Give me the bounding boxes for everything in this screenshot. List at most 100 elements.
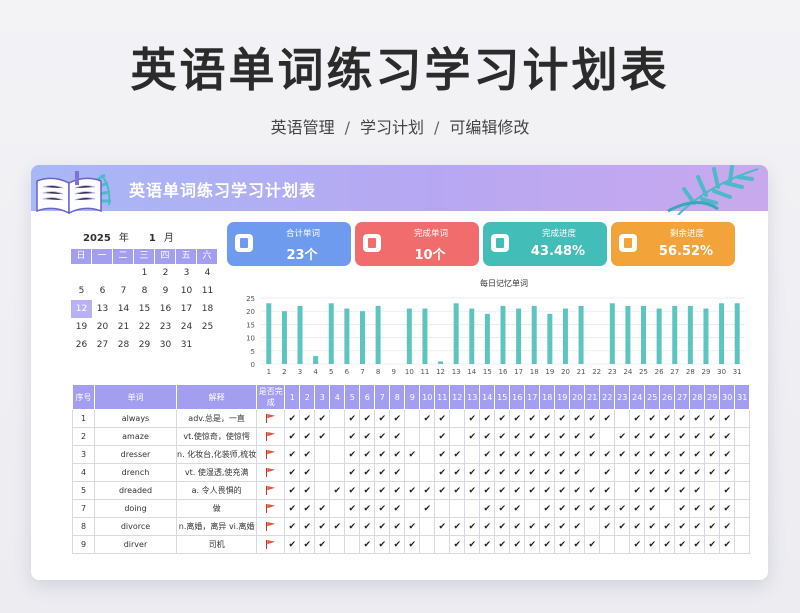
cell-day-check[interactable]: ✔ — [644, 409, 661, 428]
calendar-day[interactable]: 7 — [113, 282, 134, 300]
cell-day-check[interactable]: ✔ — [374, 427, 391, 446]
cell-day-check[interactable]: ✔ — [584, 481, 601, 500]
calendar-day[interactable]: 17 — [176, 300, 197, 318]
cell-day-check[interactable]: ✔ — [524, 463, 541, 482]
calendar-day[interactable]: 10 — [176, 282, 197, 300]
cell-day-check[interactable]: ✔ — [554, 481, 571, 500]
cell-completed[interactable] — [256, 481, 286, 500]
cell-day-check[interactable]: ✔ — [704, 427, 721, 446]
cell-day-check[interactable] — [404, 409, 421, 428]
cell-day-check[interactable]: ✔ — [359, 427, 376, 446]
calendar-day[interactable]: 3 — [176, 264, 197, 282]
cell-meaning[interactable]: a. 令人畏惧的 — [175, 481, 258, 500]
cell-day-check[interactable]: ✔ — [479, 463, 496, 482]
cell-day-check[interactable]: ✔ — [344, 427, 361, 446]
calendar-day[interactable]: 9 — [155, 282, 176, 300]
cell-day-check[interactable] — [419, 445, 436, 464]
calendar-day[interactable]: 28 — [113, 336, 134, 354]
cell-day-check[interactable]: ✔ — [704, 409, 721, 428]
cell-completed[interactable] — [256, 409, 286, 428]
cell-day-check[interactable]: ✔ — [644, 427, 661, 446]
cell-day-check[interactable] — [464, 499, 481, 518]
cell-day-check[interactable] — [599, 535, 616, 554]
cell-day-check[interactable]: ✔ — [404, 517, 421, 536]
cell-day-check[interactable]: ✔ — [299, 499, 316, 518]
cell-day-check[interactable] — [419, 463, 436, 482]
cell-meaning[interactable]: n. 化妆台,化装师,梳妆 — [175, 445, 258, 464]
cell-day-check[interactable]: ✔ — [509, 499, 526, 518]
cell-day-check[interactable]: ✔ — [314, 499, 331, 518]
cell-day-check[interactable]: ✔ — [284, 445, 301, 464]
cell-completed[interactable] — [256, 499, 286, 518]
cell-day-check[interactable] — [434, 499, 451, 518]
cell-day-check[interactable]: ✔ — [599, 463, 616, 482]
cell-day-check[interactable]: ✔ — [389, 445, 406, 464]
cell-day-check[interactable]: ✔ — [509, 427, 526, 446]
cell-day-check[interactable]: ✔ — [344, 481, 361, 500]
cell-day-check[interactable]: ✔ — [719, 517, 736, 536]
cell-day-check[interactable]: ✔ — [689, 427, 706, 446]
cell-day-check[interactable]: ✔ — [509, 445, 526, 464]
cell-day-check[interactable]: ✔ — [314, 409, 331, 428]
cell-day-check[interactable] — [584, 463, 601, 482]
cell-day-check[interactable]: ✔ — [479, 535, 496, 554]
cell-day-check[interactable]: ✔ — [374, 445, 391, 464]
cell-day-check[interactable]: ✔ — [284, 463, 301, 482]
cell-day-check[interactable]: ✔ — [299, 445, 316, 464]
cell-day-check[interactable] — [734, 463, 751, 482]
cell-day-check[interactable]: ✔ — [464, 409, 481, 428]
cell-day-check[interactable]: ✔ — [449, 481, 466, 500]
calendar-day[interactable]: 21 — [113, 318, 134, 336]
cell-day-check[interactable]: ✔ — [659, 445, 676, 464]
cell-day-check[interactable]: ✔ — [689, 499, 706, 518]
cell-day-check[interactable] — [614, 463, 631, 482]
cell-day-check[interactable]: ✔ — [554, 463, 571, 482]
cell-day-check[interactable]: ✔ — [704, 445, 721, 464]
cell-day-check[interactable]: ✔ — [704, 535, 721, 554]
cell-day-check[interactable] — [734, 535, 751, 554]
cell-index[interactable]: 8 — [72, 517, 95, 536]
cell-day-check[interactable] — [524, 499, 541, 518]
cell-day-check[interactable]: ✔ — [299, 535, 316, 554]
cell-day-check[interactable]: ✔ — [434, 481, 451, 500]
cell-index[interactable]: 5 — [72, 481, 95, 500]
cell-day-check[interactable]: ✔ — [554, 535, 571, 554]
cell-day-check[interactable]: ✔ — [284, 409, 301, 428]
cell-day-check[interactable] — [734, 409, 751, 428]
cell-word[interactable]: dreaded — [94, 481, 177, 500]
cell-meaning[interactable]: vt. 使湿透,使充满 — [175, 463, 258, 482]
cell-index[interactable]: 9 — [72, 535, 95, 554]
cell-day-check[interactable]: ✔ — [509, 481, 526, 500]
cell-day-check[interactable]: ✔ — [299, 427, 316, 446]
cell-day-check[interactable]: ✔ — [479, 427, 496, 446]
cell-day-check[interactable]: ✔ — [464, 463, 481, 482]
calendar-day[interactable]: 19 — [71, 318, 92, 336]
cell-day-check[interactable]: ✔ — [674, 499, 691, 518]
cell-day-check[interactable]: ✔ — [434, 445, 451, 464]
cell-day-check[interactable] — [734, 517, 751, 536]
cell-day-check[interactable]: ✔ — [359, 409, 376, 428]
cell-day-check[interactable]: ✔ — [629, 517, 646, 536]
cell-word[interactable]: always — [94, 409, 177, 428]
cell-day-check[interactable]: ✔ — [539, 499, 556, 518]
cell-index[interactable]: 4 — [72, 463, 95, 482]
calendar-day[interactable]: 16 — [155, 300, 176, 318]
cell-day-check[interactable]: ✔ — [449, 535, 466, 554]
cell-completed[interactable] — [256, 535, 286, 554]
cell-day-check[interactable]: ✔ — [539, 517, 556, 536]
cell-completed[interactable] — [256, 463, 286, 482]
cell-day-check[interactable]: ✔ — [524, 535, 541, 554]
cell-day-check[interactable]: ✔ — [644, 445, 661, 464]
cell-day-check[interactable]: ✔ — [674, 427, 691, 446]
cell-day-check[interactable]: ✔ — [494, 463, 511, 482]
calendar-day[interactable]: 31 — [176, 336, 197, 354]
cell-word[interactable]: dresser — [94, 445, 177, 464]
cell-day-check[interactable]: ✔ — [494, 409, 511, 428]
cell-day-check[interactable]: ✔ — [509, 409, 526, 428]
cell-day-check[interactable]: ✔ — [584, 427, 601, 446]
cell-day-check[interactable]: ✔ — [539, 427, 556, 446]
cell-day-check[interactable]: ✔ — [299, 463, 316, 482]
cell-completed[interactable] — [256, 445, 286, 464]
cell-day-check[interactable]: ✔ — [689, 445, 706, 464]
cell-day-check[interactable] — [734, 499, 751, 518]
